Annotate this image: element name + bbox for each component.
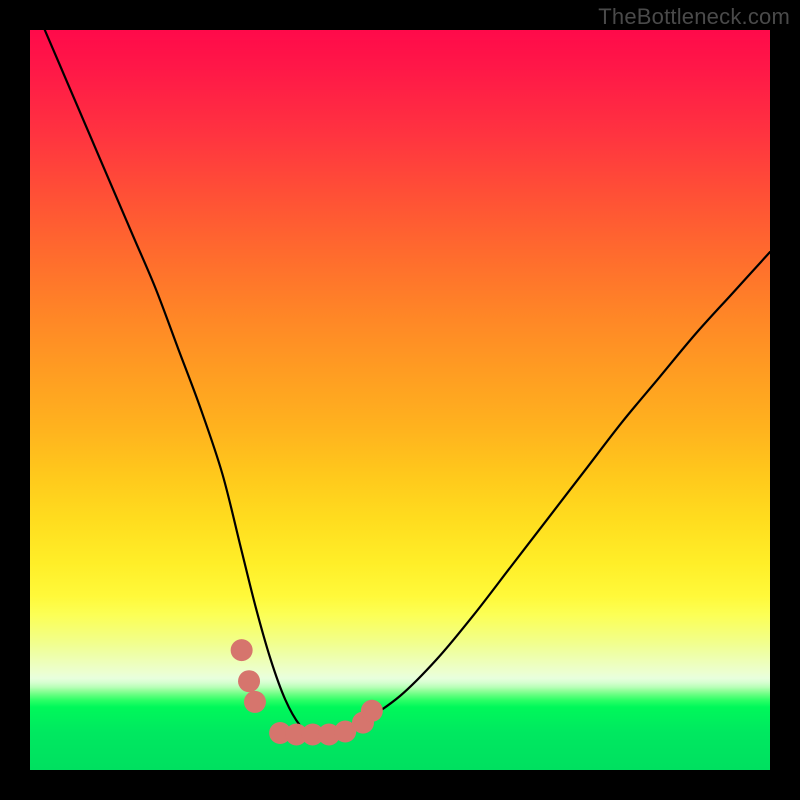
chart-frame: TheBottleneck.com — [0, 0, 800, 800]
watermark-text: TheBottleneck.com — [598, 4, 790, 30]
bottleneck-curve — [45, 30, 770, 734]
valley-dot — [361, 700, 383, 722]
plot-area — [30, 30, 770, 770]
valley-dot — [244, 691, 266, 713]
curve-layer — [30, 30, 770, 770]
valley-dot — [231, 639, 253, 661]
valley-highlight-dots — [231, 639, 383, 745]
valley-dot — [238, 670, 260, 692]
